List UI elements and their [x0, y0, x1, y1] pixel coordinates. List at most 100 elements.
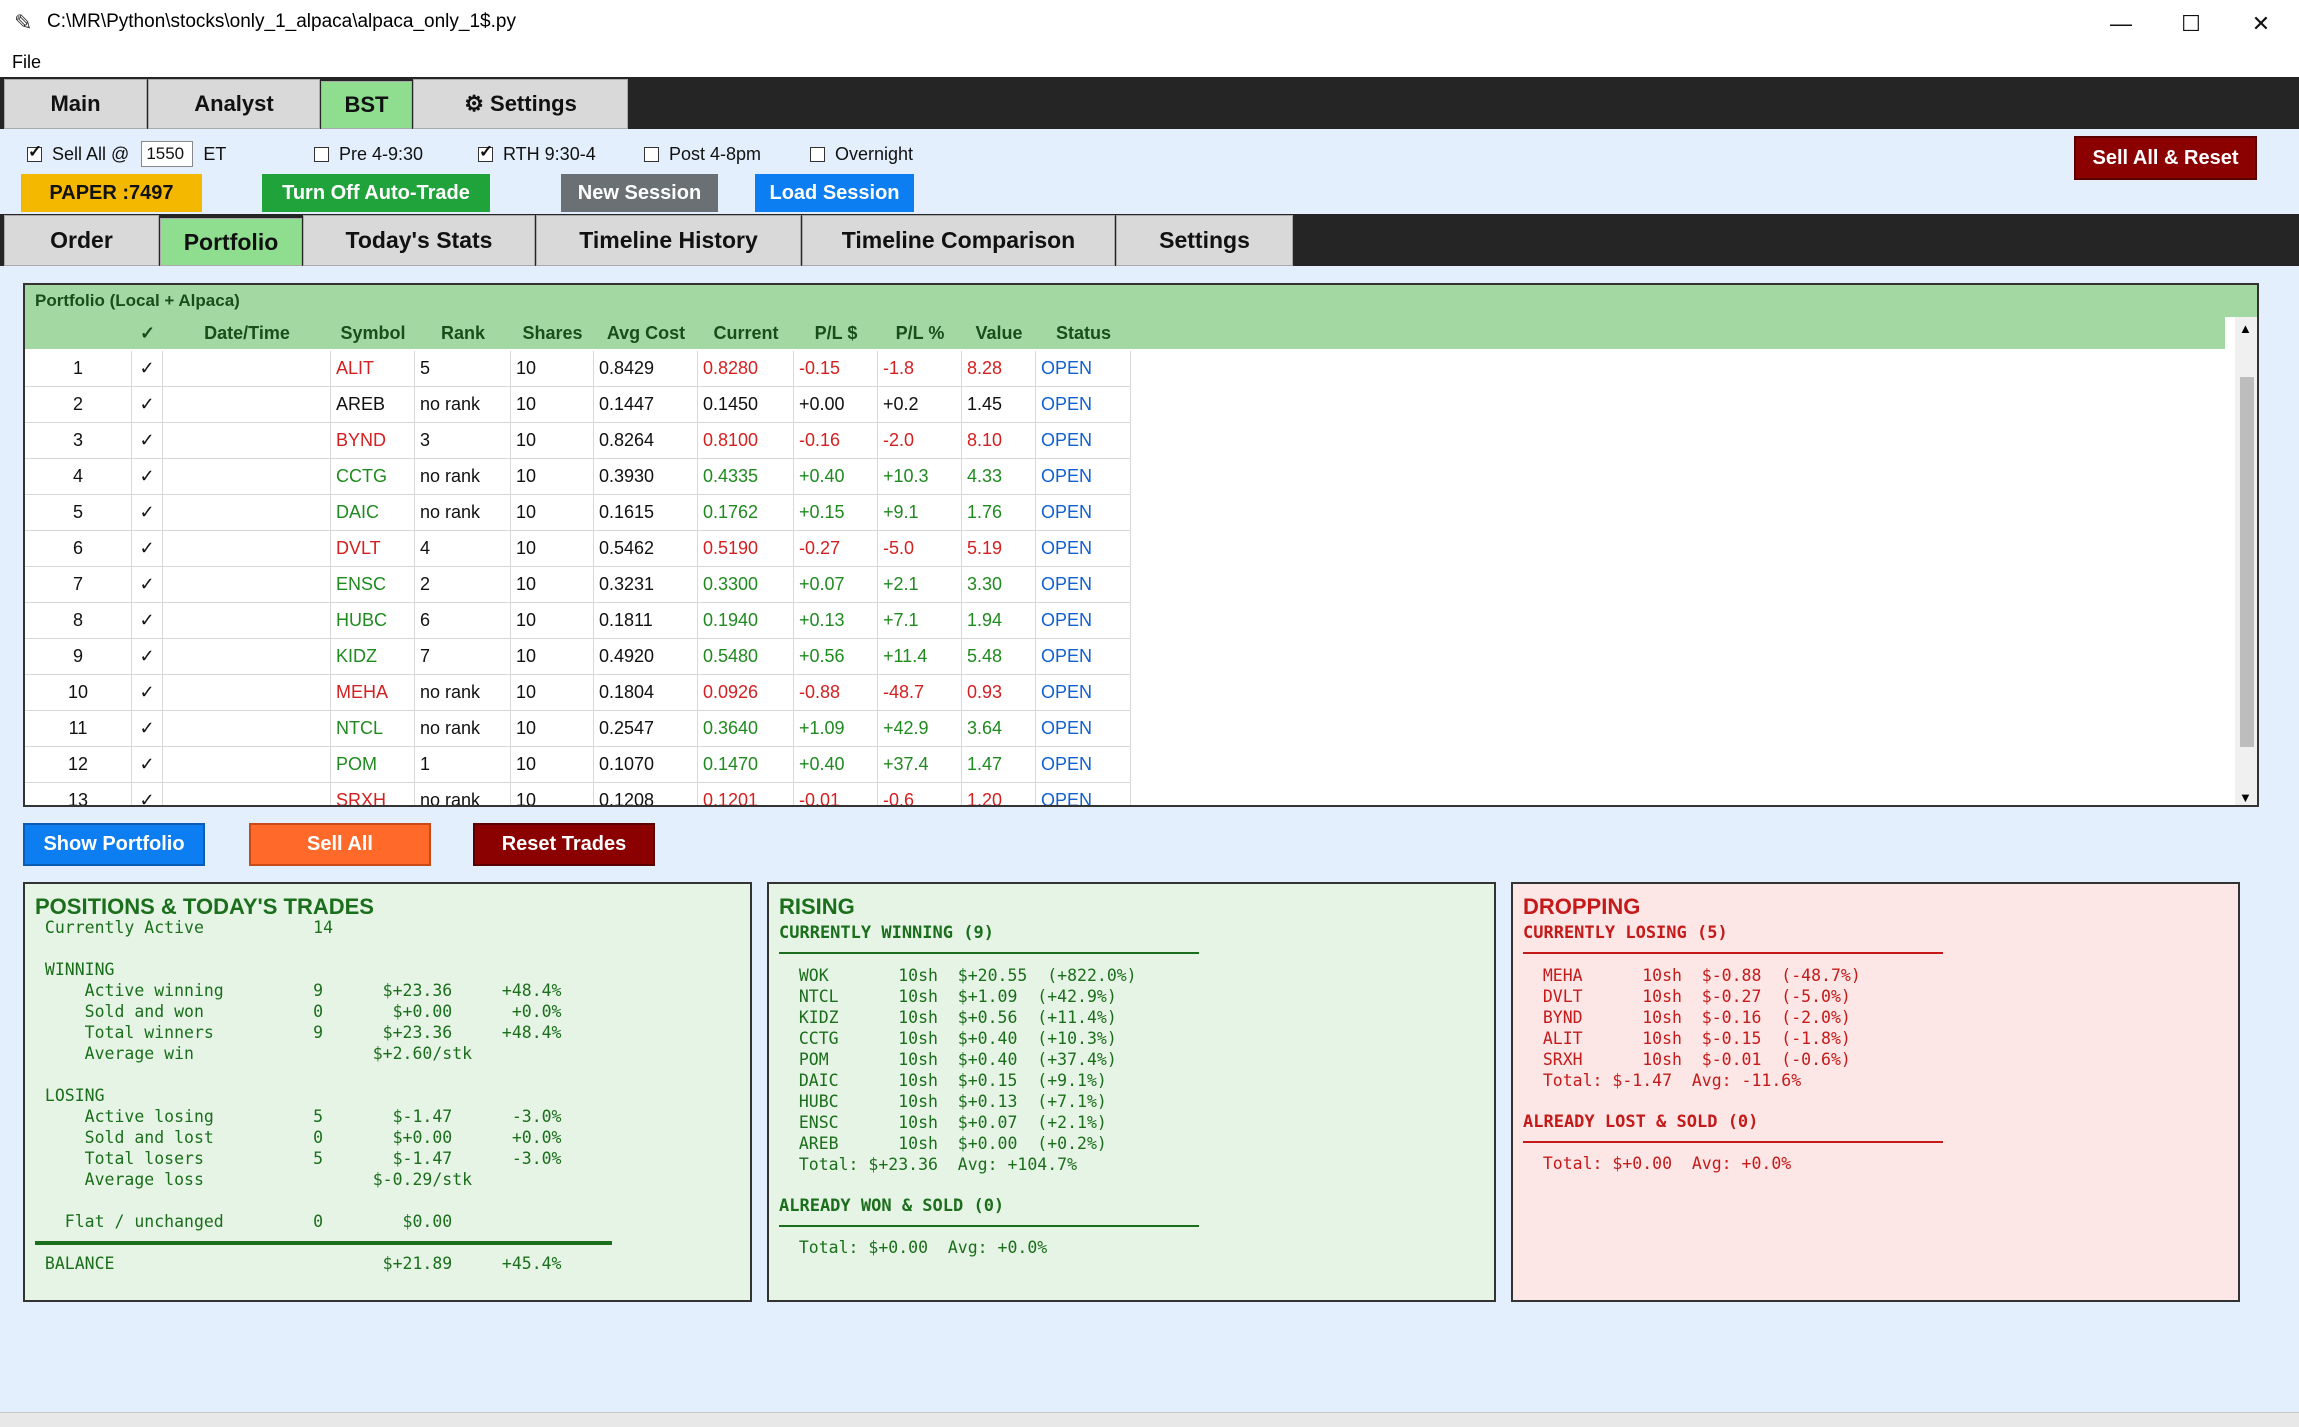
col-header-datetime[interactable]: Date/Time [163, 317, 331, 349]
minimize-icon[interactable]: — [2086, 0, 2156, 47]
post-market-option[interactable]: Post 4-8pm [644, 141, 761, 167]
cell-current: 0.1762 [698, 495, 794, 531]
table-row[interactable]: 5 ✓ DAIC no rank 10 0.1615 0.1762 +0.15 +9.1 1.76… [25, 495, 1131, 531]
table-row[interactable]: 1 ✓ ALIT 5 10 0.8429 0.8280 -0.15 -1.8 8.28 OPEN [25, 351, 1131, 387]
col-header-current[interactable]: Current [698, 317, 794, 349]
sub-tab-bar: Order Portfolio Today's Stats Timeline H… [0, 214, 2299, 266]
already-lost-heading: ALREADY LOST & SOLD (0) [1523, 1112, 1759, 1132]
cell-check: ✓ [132, 423, 163, 459]
maximize-icon[interactable]: ☐ [2156, 0, 2226, 47]
col-header-avg-cost[interactable]: Avg Cost [594, 317, 698, 349]
cell-current: 0.3300 [698, 567, 794, 603]
auto-trade-toggle-button[interactable]: Turn Off Auto-Trade [262, 174, 490, 212]
sell-all-checkbox[interactable] [27, 142, 42, 162]
show-portfolio-button[interactable]: Show Portfolio [23, 823, 205, 866]
sell-all-time-input[interactable]: 1550 [141, 141, 194, 167]
rth-checkbox[interactable] [478, 142, 493, 162]
menu-file[interactable]: File [12, 52, 41, 73]
cell-current: 0.8100 [698, 423, 794, 459]
sell-all-reset-button[interactable]: Sell All & Reset [2074, 136, 2257, 180]
cell-pl-dollar: +0.13 [794, 603, 878, 639]
pre-market-option[interactable]: Pre 4-9:30 [314, 141, 423, 167]
tab-main[interactable]: Main [4, 79, 147, 129]
et-label: ET [203, 143, 227, 164]
tab-portfolio[interactable]: Portfolio [160, 218, 302, 266]
tab-analyst[interactable]: Analyst [148, 79, 320, 129]
paper-account-badge[interactable]: PAPER :7497 [21, 174, 202, 212]
sell-all-button[interactable]: Sell All [249, 823, 431, 866]
tab-order[interactable]: Order [4, 215, 159, 266]
post-market-checkbox[interactable] [644, 146, 659, 162]
portfolio-scrollbar[interactable]: ▲ ▼ [2235, 317, 2257, 805]
load-session-button[interactable]: Load Session [755, 174, 914, 212]
tab-bst[interactable]: BST [321, 81, 412, 129]
col-header-symbol[interactable]: Symbol [331, 317, 415, 349]
tab-settings-sub[interactable]: Settings [1116, 215, 1293, 266]
cell-rank: 2 [415, 567, 511, 603]
cell-pl-percent: +11.4 [878, 639, 962, 675]
cell-rank: 3 [415, 423, 511, 459]
cell-status: OPEN [1036, 639, 1131, 675]
cell-datetime [163, 747, 331, 783]
cell-rank: no rank [415, 459, 511, 495]
table-row[interactable]: 12 ✓ POM 1 10 0.1070 0.1470 +0.40 +37.4 1.47 OPEN [25, 747, 1131, 783]
cell-avg-cost: 0.1208 [594, 783, 698, 805]
table-row[interactable]: 6 ✓ DVLT 4 10 0.5462 0.5190 -0.27 -5.0 5.19 OPEN [25, 531, 1131, 567]
tab-timeline-comparison[interactable]: Timeline Comparison [802, 215, 1115, 266]
new-session-button[interactable]: New Session [561, 174, 718, 212]
cell-shares: 10 [511, 675, 594, 711]
table-row[interactable]: 2 ✓ AREB no rank 10 0.1447 0.1450 +0.00 +0.2 1.45… [25, 387, 1131, 423]
table-row[interactable]: 11 ✓ NTCL no rank 10 0.2547 0.3640 +1.09 +42.9 3.… [25, 711, 1131, 747]
cell-shares: 10 [511, 639, 594, 675]
col-header-pl-percent[interactable]: P/L % [878, 317, 962, 349]
table-row[interactable]: 4 ✓ CCTG no rank 10 0.3930 0.4335 +0.40 +10.3 4.3… [25, 459, 1131, 495]
col-header-value[interactable]: Value [962, 317, 1036, 349]
cell-shares: 10 [511, 423, 594, 459]
cell-rank: 6 [415, 603, 511, 639]
cell-datetime [163, 603, 331, 639]
tab-timeline-history[interactable]: Timeline History [536, 215, 801, 266]
col-header-check[interactable]: ✓ [132, 317, 163, 349]
losing-list: MEHA 10sh $-0.88 (-48.7%) DVLT 10sh $-0.… [1542, 966, 1861, 1090]
table-row[interactable]: 13 ✓ SRXH no rank 10 0.1208 0.1201 -0.01 -0.6 1.2… [25, 783, 1131, 805]
table-row[interactable]: 7 ✓ ENSC 2 10 0.3231 0.3300 +0.07 +2.1 3.30 OPEN [25, 567, 1131, 603]
cell-value: 3.30 [962, 567, 1036, 603]
col-header-pl-dollar[interactable]: P/L $ [794, 317, 878, 349]
pre-market-checkbox[interactable] [314, 146, 329, 162]
col-header-status[interactable]: Status [1036, 317, 1131, 349]
cell-avg-cost: 0.1804 [594, 675, 698, 711]
winning-list: WOK 10sh $+20.55 (+822.0%) NTCL 10sh $+1… [798, 966, 1137, 1174]
reset-trades-button[interactable]: Reset Trades [473, 823, 655, 866]
cell-pl-dollar: +0.07 [794, 567, 878, 603]
sell-all-label: Sell All @ [52, 143, 130, 164]
scroll-up-icon[interactable]: ▲ [2239, 321, 2252, 336]
cell-current: 0.1201 [698, 783, 794, 805]
cell-status: OPEN [1036, 423, 1131, 459]
table-row[interactable]: 3 ✓ BYND 3 10 0.8264 0.8100 -0.16 -2.0 8.10 OPEN [25, 423, 1131, 459]
tab-settings-main[interactable]: ⚙ Settings [413, 79, 628, 129]
rising-panel: RISING CURRENTLY WINNING (9) WOK 10sh $+… [767, 882, 1496, 1302]
cell-shares: 10 [511, 567, 594, 603]
tab-todays-stats[interactable]: Today's Stats [303, 215, 535, 266]
window-title: C:\MR\Python\stocks\only_1_alpaca\alpaca… [47, 11, 516, 32]
table-row[interactable]: 9 ✓ KIDZ 7 10 0.4920 0.5480 +0.56 +11.4 5.48 OPEN [25, 639, 1131, 675]
table-row[interactable]: 10 ✓ MEHA no rank 10 0.1804 0.0926 -0.88 -48.7 0.… [25, 675, 1131, 711]
cell-current: 0.5480 [698, 639, 794, 675]
cell-pl-dollar: +0.15 [794, 495, 878, 531]
scroll-thumb[interactable] [2240, 377, 2254, 747]
rth-option[interactable]: RTH 9:30-4 [478, 141, 596, 167]
cell-current: 0.0926 [698, 675, 794, 711]
table-row[interactable]: 8 ✓ HUBC 6 10 0.1811 0.1940 +0.13 +7.1 1.94 OPEN [25, 603, 1131, 639]
cell-pl-percent: -0.6 [878, 783, 962, 805]
col-header-shares[interactable]: Shares [511, 317, 594, 349]
cell-datetime [163, 387, 331, 423]
cell-check: ✓ [132, 351, 163, 387]
cell-symbol: DVLT [331, 531, 415, 567]
scroll-down-icon[interactable]: ▼ [2239, 790, 2252, 805]
already-won-heading: ALREADY WON & SOLD (0) [779, 1196, 1005, 1216]
close-icon[interactable]: ✕ [2226, 0, 2296, 47]
col-header-rank[interactable]: Rank [415, 317, 511, 349]
overnight-checkbox[interactable] [810, 146, 825, 162]
overnight-option[interactable]: Overnight [810, 141, 913, 167]
cell-datetime [163, 783, 331, 805]
